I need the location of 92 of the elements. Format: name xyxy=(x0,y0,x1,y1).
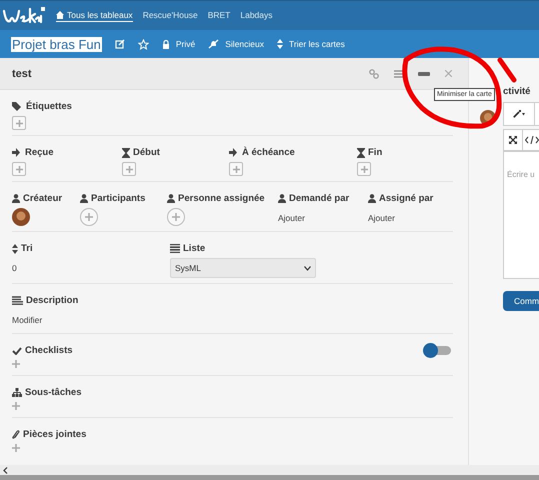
paperclip-icon xyxy=(12,430,20,440)
section-label: Étiquettes xyxy=(26,101,72,112)
plus-icon[interactable] xyxy=(12,360,20,368)
user-icon xyxy=(80,194,88,203)
add-link[interactable]: Ajouter xyxy=(368,213,395,223)
magic-wand-button[interactable] xyxy=(503,102,535,126)
plus-icon xyxy=(232,166,240,172)
lock-icon xyxy=(162,40,170,48)
sitemap-icon xyxy=(12,388,22,397)
board-link[interactable]: BRET xyxy=(208,10,230,21)
attachments-label: Pièces jointes xyxy=(23,429,86,440)
comment-button[interactable]: Comm xyxy=(503,291,539,311)
plus-icon xyxy=(85,213,93,221)
hourglass-icon xyxy=(357,148,365,158)
add-date-button[interactable] xyxy=(229,162,243,176)
user-icon xyxy=(368,194,376,203)
user-icon xyxy=(278,194,286,203)
magic-wand-icon xyxy=(513,110,525,118)
board-action[interactable]: Silencieux xyxy=(208,39,264,49)
plus-icon xyxy=(126,166,132,172)
board-link[interactable]: Tous les tableaux xyxy=(56,10,133,22)
plus-icon xyxy=(16,120,22,126)
action-label: Privé xyxy=(176,39,196,49)
check-icon xyxy=(12,346,22,354)
list-label: Liste xyxy=(183,243,206,254)
edit-icon[interactable] xyxy=(114,39,125,49)
people-label: Personne assignée xyxy=(178,193,265,204)
star-icon[interactable] xyxy=(138,38,149,50)
menu-icon[interactable] xyxy=(394,70,403,78)
date-label: Fin xyxy=(368,147,382,158)
plus-icon[interactable] xyxy=(12,444,20,452)
add-date-button[interactable] xyxy=(12,162,26,176)
tags-icon xyxy=(12,102,23,111)
edit-link[interactable]: Modifier xyxy=(12,315,42,325)
activity-title: ctivité xyxy=(503,86,532,99)
plus-icon xyxy=(172,213,180,221)
text-lines-icon xyxy=(12,296,23,305)
close-icon[interactable] xyxy=(445,70,452,77)
add-link[interactable]: Ajouter xyxy=(278,213,305,223)
people-label: Participants xyxy=(91,193,146,204)
add-date-button[interactable] xyxy=(122,162,136,176)
sort-icon xyxy=(12,244,18,254)
people-label: Créateur xyxy=(23,193,62,204)
plus-icon xyxy=(16,166,22,172)
horizontal-scrollbar[interactable] xyxy=(0,465,539,475)
user-icon xyxy=(167,194,175,203)
sort-value: 0 xyxy=(12,263,17,273)
sign-in-icon xyxy=(229,148,239,157)
checklists-label: Checklists xyxy=(25,345,74,356)
toggle-switch[interactable] xyxy=(425,346,451,355)
minimize-icon[interactable] xyxy=(418,72,430,76)
user-avatar[interactable] xyxy=(12,208,30,226)
link-icon[interactable] xyxy=(369,68,379,78)
board-link[interactable]: Labdays xyxy=(240,10,273,21)
sort-label: Tri xyxy=(21,243,33,254)
code-button[interactable] xyxy=(522,129,539,151)
board-link[interactable]: Rescue'House xyxy=(142,10,198,21)
hourglass-icon xyxy=(122,148,130,158)
user-avatar xyxy=(480,110,496,126)
fullscreen-button[interactable] xyxy=(503,129,523,151)
board-action[interactable]: Privé xyxy=(162,39,196,49)
user-icon xyxy=(12,194,20,203)
chevron-down-icon xyxy=(304,266,311,270)
sort-icon xyxy=(277,39,283,49)
add-member-button[interactable] xyxy=(80,208,98,226)
plus-icon xyxy=(360,166,368,172)
add-date-button[interactable] xyxy=(357,162,371,176)
sign-in-icon xyxy=(12,148,22,157)
people-label: Demandé par xyxy=(289,193,350,204)
subtasks-label: Sous-tâches xyxy=(25,387,82,398)
plus-icon[interactable] xyxy=(12,402,20,410)
description-label: Description xyxy=(26,295,78,306)
date-label: À échéance xyxy=(242,147,295,158)
comment-field[interactable]: Écrire u xyxy=(503,151,539,279)
home-icon xyxy=(56,10,64,18)
date-label: Début xyxy=(133,147,160,158)
bell-slash-icon xyxy=(208,39,220,49)
people-label: Assigné par xyxy=(379,193,434,204)
code-icon xyxy=(525,136,539,144)
date-label: Reçue xyxy=(25,147,54,158)
add-member-button[interactable] xyxy=(167,208,185,226)
board-title[interactable]: Projet bras Fun xyxy=(11,36,102,52)
chevron-left-icon[interactable] xyxy=(3,466,8,474)
board-action[interactable]: Trier les cartes xyxy=(277,39,345,49)
action-label: Silencieux xyxy=(225,39,264,49)
card-title[interactable]: test xyxy=(12,68,369,80)
board-name: Tous les tableaux xyxy=(67,10,133,20)
expand-icon xyxy=(509,136,517,144)
list-select[interactable]: SysML xyxy=(170,258,316,278)
list-icon xyxy=(170,244,180,253)
add-button[interactable] xyxy=(12,116,26,130)
action-label: Trier les cartes xyxy=(289,39,345,49)
